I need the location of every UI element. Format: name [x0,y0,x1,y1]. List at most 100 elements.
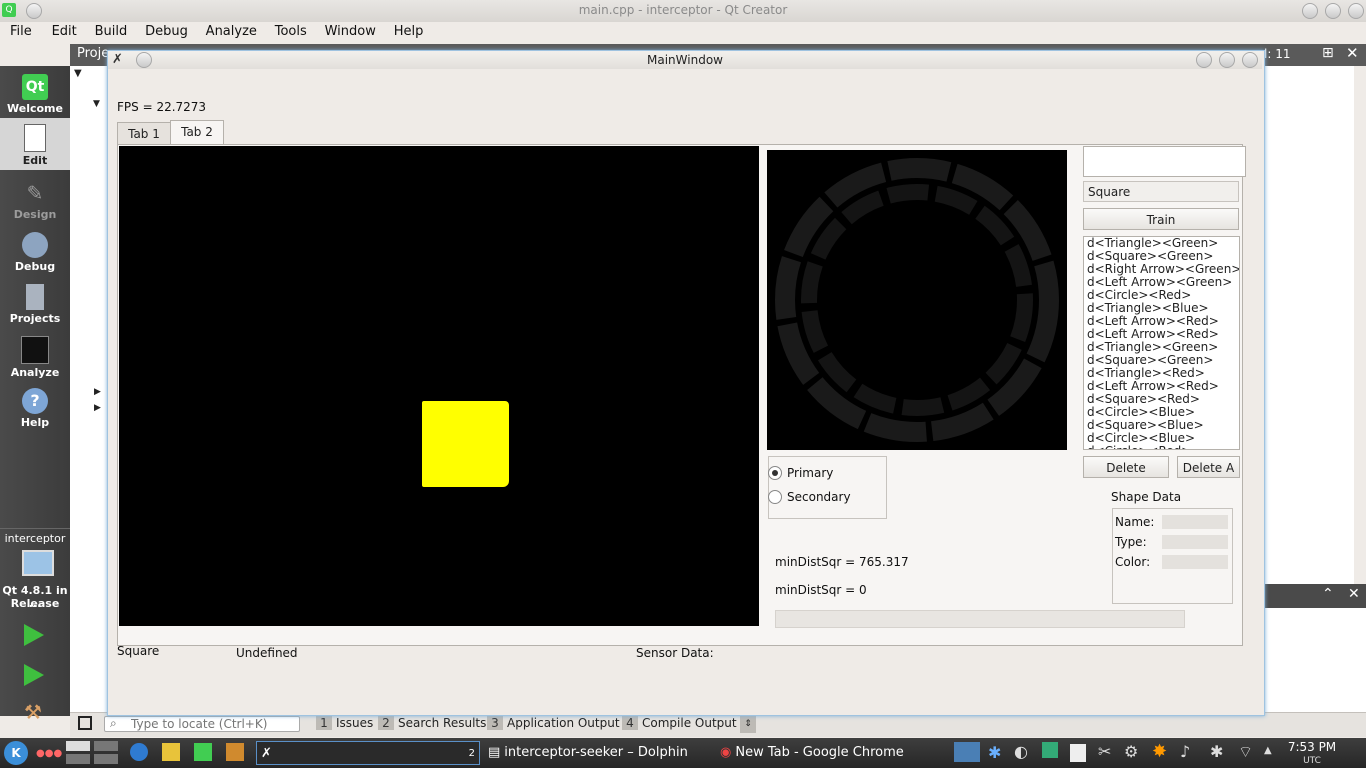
mode-help[interactable]: ? Help [0,382,70,432]
delete-all-button[interactable]: Delete A [1177,456,1240,478]
expand-arrow-icon[interactable]: ▼ [74,68,82,79]
settings-icon[interactable]: ⚙ [1124,742,1138,761]
primary-radio[interactable] [768,466,782,480]
menu-file[interactable]: File [10,22,32,42]
min-dist-sqr-1: minDistSqr = 765.317 [775,555,909,569]
fold-marker-icon[interactable]: ▶ [94,403,101,413]
clock-time[interactable]: 7:53 PM [1282,740,1342,754]
shape-type-combo[interactable]: Square [1083,181,1239,202]
mw-maximize-button[interactable] [1219,52,1235,68]
maximize-pane-icon[interactable]: ⌃ [1322,586,1334,602]
target-monitor-icon[interactable] [22,550,54,576]
mode-debug[interactable]: Debug [0,226,70,276]
delete-button[interactable]: Delete [1083,456,1169,478]
output-tab-search-results[interactable]: 2 Search Results [378,716,486,733]
browser-launcher-icon[interactable] [130,743,148,761]
collapse-arrow-icon[interactable]: ▼ [93,99,100,109]
tab-label: Application Output [507,716,620,730]
pager-desktop-1[interactable] [66,741,90,751]
menu-tools[interactable]: Tools [275,22,307,42]
detected-shape-label: Square [117,644,160,658]
volume-icon[interactable]: ♪ [1180,742,1190,761]
menu-window[interactable]: Window [325,22,376,42]
tab-number: 2 [378,716,394,730]
menu-debug[interactable]: Debug [145,22,188,42]
editor-area[interactable] [1264,66,1354,586]
list-item[interactable]: d<Circle><Red> [1084,445,1239,450]
minimize-button[interactable] [1302,3,1318,19]
screen-icon[interactable] [954,742,980,762]
menu-build[interactable]: Build [95,22,128,42]
progress-bar [775,610,1185,628]
projects-tree[interactable] [70,66,108,712]
notes-icon[interactable] [1070,744,1086,762]
pager-desktop-3[interactable] [94,741,118,751]
shape-outline-svg [775,158,1059,442]
close-button[interactable] [1348,3,1364,19]
task-chrome[interactable]: ◉ New Tab - Google Chrome [720,741,946,765]
bluetooth-icon[interactable]: ✱ [988,743,1001,762]
mw-close-button[interactable] [1242,52,1258,68]
mode-analyze[interactable]: Analyze [0,330,70,380]
qtcreator-launcher-icon[interactable] [194,743,212,761]
secondary-radio[interactable] [768,490,782,504]
close-pane-icon[interactable]: ✕ [1348,586,1360,602]
menu-help[interactable]: Help [394,22,424,42]
files-launcher-icon[interactable] [226,743,244,761]
sidebar-toggle-icon[interactable] [78,716,92,730]
build-hammer-icon[interactable]: ⚒ [24,700,42,724]
kde-menu-icon[interactable]: K [4,741,28,765]
mode-edit[interactable]: Edit [0,118,70,170]
more-tabs-icon[interactable]: ⇕ [740,716,756,733]
pager-desktop-2[interactable] [66,754,90,764]
help-icon: ? [22,388,48,414]
close-editor-icon[interactable]: ✕ [1346,44,1359,62]
qt-logo-icon: Qt [22,74,48,100]
menu-analyze[interactable]: Analyze [206,22,257,42]
updates-icon[interactable] [1042,742,1058,758]
task-label: interceptor-seeker – Dolphin [504,745,688,760]
shape-list[interactable]: d<Triangle><Green> d<Square><Green> d<Righ… [1083,236,1240,450]
output-pane-header: ⌃ ✕ [1264,584,1366,608]
activities-icon[interactable]: ●●● [36,748,62,759]
tab-2[interactable]: Tab 2 [170,120,224,146]
fps-label: FPS = 22.7273 [117,100,207,114]
analyze-icon [21,336,49,364]
debug-run-icon[interactable] [24,664,44,686]
mode-sidebar: Qt Welcome Edit ✎ Design Debug Projects … [0,66,70,724]
fold-marker-icon[interactable]: ▶ [94,387,101,397]
locate-input[interactable] [104,716,300,732]
primary-radio-label[interactable]: Primary [787,466,833,480]
bluetooth-tray-icon[interactable]: ✱ [1210,742,1223,761]
task-dolphin[interactable]: ▤ interceptor-seeker – Dolphin [488,741,714,765]
notification-icon[interactable]: ✸ [1152,741,1167,762]
shape-name-input[interactable] [1083,146,1246,177]
mode-welcome[interactable]: Qt Welcome [0,68,70,118]
wifi-icon[interactable]: ⌔ [1238,742,1253,762]
tray-expand-icon[interactable]: ▲ [1264,745,1272,756]
apps-launcher-icon[interactable] [162,743,180,761]
output-tab-issues[interactable]: 1 Issues [316,716,373,733]
pager-desktop-4[interactable] [94,754,118,764]
target-project: interceptor [4,532,66,545]
maximize-button[interactable] [1325,3,1341,19]
mode-projects[interactable]: Projects [0,278,70,328]
secondary-radio-label[interactable]: Secondary [787,490,851,504]
mode-design[interactable]: ✎ Design [0,174,70,224]
run-icon[interactable] [24,624,44,646]
scissors-icon[interactable]: ✂ [1098,742,1111,761]
output-pane[interactable] [1264,608,1366,712]
mw-minimize-button[interactable] [1196,52,1212,68]
tab-1[interactable]: Tab 1 [117,122,171,145]
editor-scrollbar[interactable] [1354,66,1366,582]
output-tab-compile-output[interactable]: 4 Compile Output [622,716,737,733]
split-icon[interactable]: ⊞ [1322,45,1334,61]
chrome-icon: ◉ [720,745,732,760]
network-icon[interactable]: ◐ [1014,742,1028,761]
qtcreator-titlebar: Q main.cpp - interceptor - Qt Creator [0,0,1366,22]
document-icon [24,124,46,152]
train-button[interactable]: Train [1083,208,1239,230]
task-mainwindow[interactable]: ✗ 2 [256,741,480,765]
output-tab-application-output[interactable]: 3 Application Output [487,716,620,733]
menu-edit[interactable]: Edit [52,22,77,42]
